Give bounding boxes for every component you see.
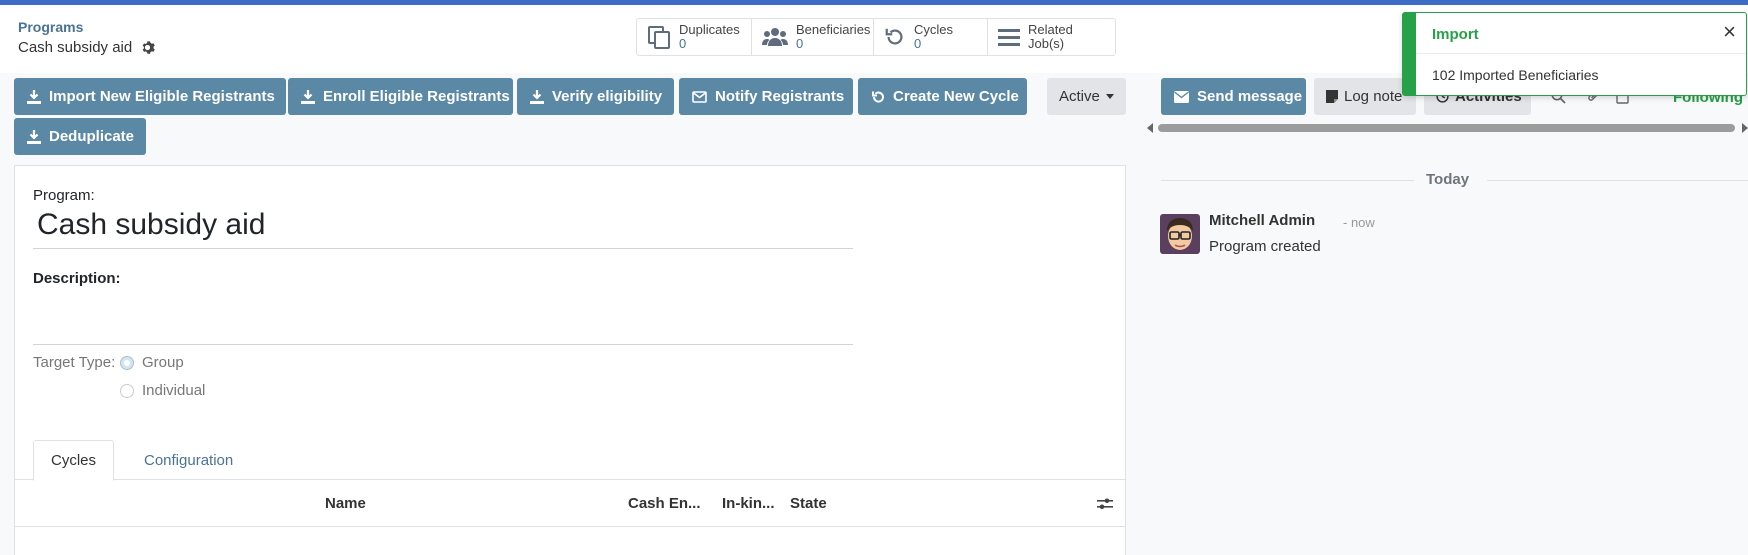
program-name-underline bbox=[33, 248, 853, 249]
enroll-eligible-registrants-label: Enroll Eligible Registrants bbox=[323, 88, 510, 105]
send-message-label: Send message bbox=[1197, 88, 1303, 105]
download-icon bbox=[301, 89, 315, 104]
description-underline bbox=[33, 344, 853, 345]
breadcrumb-current: Cash subsidy aid bbox=[18, 39, 156, 56]
program-field-label: Program: bbox=[33, 187, 95, 204]
message-author[interactable]: Mitchell Admin bbox=[1209, 212, 1315, 229]
column-header-state[interactable]: State bbox=[790, 495, 827, 512]
status-label: Active bbox=[1059, 88, 1100, 105]
column-header-name[interactable]: Name bbox=[325, 495, 366, 512]
program-name-field[interactable]: Cash subsidy aid bbox=[37, 208, 265, 242]
log-note-button[interactable]: Log note bbox=[1314, 78, 1416, 115]
import-eligible-registrants-button[interactable]: Import New Eligible Registrants bbox=[14, 78, 286, 115]
breadcrumb-programs-link[interactable]: Programs bbox=[18, 19, 83, 35]
enroll-eligible-registrants-button[interactable]: Enroll Eligible Registrants bbox=[288, 78, 513, 115]
log-note-label: Log note bbox=[1344, 88, 1403, 105]
smart-button-box: Duplicates 0 Beneficiaries 0 Cycles 0 Relat… bbox=[636, 18, 1116, 56]
toast-message: 102 Imported Beneficiaries bbox=[1432, 67, 1599, 83]
list-icon bbox=[998, 27, 1020, 47]
refresh-icon bbox=[884, 26, 906, 48]
tab-configuration-label: Configuration bbox=[144, 452, 234, 469]
toast-divider bbox=[1416, 53, 1746, 54]
caret-down-icon bbox=[1105, 94, 1114, 99]
import-eligible-registrants-label: Import New Eligible Registrants bbox=[49, 88, 275, 105]
message-timestamp: - now bbox=[1343, 215, 1375, 230]
create-new-cycle-button[interactable]: Create New Cycle bbox=[858, 78, 1027, 115]
cycles-smart-button[interactable]: Cycles 0 bbox=[874, 19, 988, 55]
notebook-tabs: Cycles Configuration bbox=[15, 440, 1125, 481]
verify-eligibility-button[interactable]: Verify eligibility bbox=[517, 78, 674, 115]
notify-registrants-button[interactable]: Notify Registrants bbox=[679, 78, 853, 115]
duplicates-smart-button[interactable]: Duplicates 0 bbox=[637, 19, 752, 55]
target-type-individual-radio[interactable]: Individual bbox=[120, 382, 205, 399]
cycles-label: Cycles bbox=[914, 22, 954, 37]
download-icon bbox=[27, 129, 41, 144]
column-header-in-kind[interactable]: In-kin... bbox=[722, 495, 775, 512]
form-sheet: Program: Cash subsidy aid Description: T… bbox=[14, 165, 1126, 555]
cycles-table-header: Name Cash En... In-kin... State bbox=[15, 481, 1125, 527]
envelope-icon bbox=[692, 90, 707, 103]
download-icon bbox=[27, 89, 41, 104]
tab-cycles[interactable]: Cycles bbox=[33, 440, 115, 481]
date-separator-line bbox=[1487, 180, 1748, 181]
breadcrumb-current-label: Cash subsidy aid bbox=[18, 39, 133, 56]
close-icon[interactable]: × bbox=[1723, 21, 1736, 43]
related-jobs-smart-button[interactable]: Related Job(s) bbox=[988, 19, 1115, 55]
target-type-group-radio[interactable]: Group bbox=[120, 354, 184, 371]
beneficiaries-smart-button[interactable]: Beneficiaries 0 bbox=[752, 19, 874, 55]
undo-icon bbox=[871, 90, 885, 104]
duplicates-count: 0 bbox=[679, 36, 687, 51]
horizontal-scrollbar[interactable] bbox=[1147, 122, 1748, 134]
target-type-group-label: Group bbox=[142, 354, 184, 371]
toast-title: Import bbox=[1432, 26, 1479, 43]
radio-selected-icon bbox=[120, 355, 134, 370]
message-body: Program created bbox=[1209, 238, 1321, 255]
verify-eligibility-label: Verify eligibility bbox=[552, 88, 663, 105]
notify-registrants-label: Notify Registrants bbox=[715, 88, 845, 105]
cycles-count: 0 bbox=[914, 36, 922, 51]
column-header-cash-entitlement[interactable]: Cash En... bbox=[628, 495, 701, 512]
chatter-panel: Send message Log note Activities Followi… bbox=[1140, 72, 1748, 555]
create-new-cycle-label: Create New Cycle bbox=[893, 88, 1019, 105]
tab-cycles-label: Cycles bbox=[51, 452, 97, 469]
status-dropdown-button[interactable]: Active bbox=[1047, 78, 1126, 115]
date-separator-line bbox=[1161, 180, 1414, 181]
target-type-individual-label: Individual bbox=[142, 382, 206, 399]
users-icon bbox=[762, 26, 788, 48]
date-separator-label: Today bbox=[1426, 171, 1470, 188]
radio-empty-icon bbox=[120, 383, 134, 398]
beneficiaries-label: Beneficiaries bbox=[796, 22, 871, 37]
note-icon bbox=[1326, 90, 1338, 103]
beneficiaries-count: 0 bbox=[796, 36, 804, 51]
duplicates-label: Duplicates bbox=[679, 22, 740, 37]
send-message-button[interactable]: Send message bbox=[1161, 78, 1306, 115]
tab-configuration[interactable]: Configuration bbox=[127, 440, 250, 481]
deduplicate-button[interactable]: Deduplicate bbox=[14, 118, 146, 155]
import-notification-toast: Import × 102 Imported Beneficiaries bbox=[1402, 12, 1747, 96]
description-field[interactable] bbox=[33, 292, 853, 336]
avatar[interactable] bbox=[1160, 214, 1200, 254]
related-jobs-label: Related Job(s) bbox=[1028, 22, 1073, 51]
description-field-label: Description: bbox=[33, 270, 121, 287]
gear-icon[interactable] bbox=[140, 40, 156, 55]
download-icon bbox=[530, 89, 544, 104]
duplicates-icon bbox=[647, 25, 671, 49]
target-type-label: Target Type: bbox=[33, 354, 116, 371]
deduplicate-label: Deduplicate bbox=[49, 128, 135, 145]
envelope-icon bbox=[1174, 90, 1189, 103]
optional-columns-icon[interactable] bbox=[1097, 497, 1113, 511]
